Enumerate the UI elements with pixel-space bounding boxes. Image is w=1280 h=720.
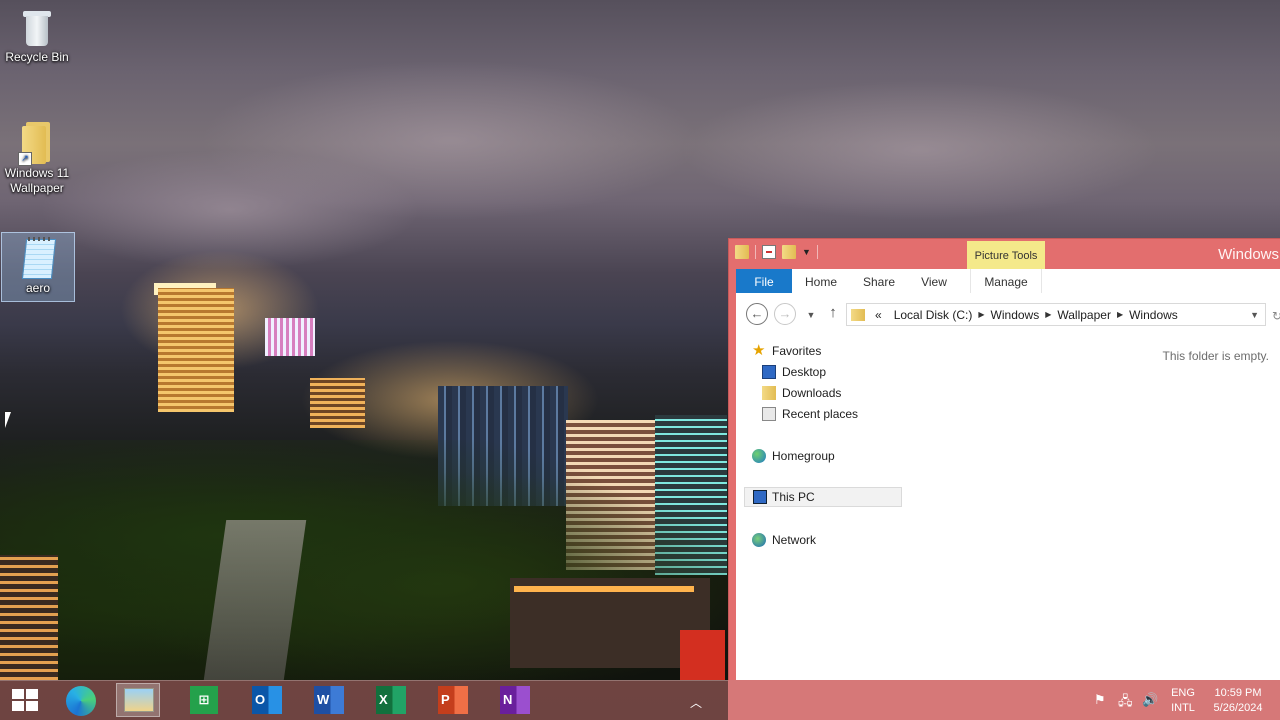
chevron-right-icon[interactable]: ▶	[1117, 310, 1123, 319]
excel-icon[interactable]: X	[376, 686, 406, 714]
tab-share[interactable]: Share	[854, 269, 904, 293]
outlook-icon[interactable]: O	[252, 686, 282, 714]
breadcrumb-windows-current[interactable]: Windows	[1129, 308, 1178, 322]
recycle-bin-icon	[22, 8, 52, 48]
folder-icon	[735, 245, 749, 259]
nav-favorites[interactable]: ★ Favorites	[750, 341, 900, 361]
homegroup-icon	[752, 449, 766, 463]
chevron-right-icon[interactable]: ▶	[978, 310, 984, 319]
tab-file[interactable]: File	[736, 269, 792, 293]
recent-places-icon	[762, 407, 776, 421]
system-clock[interactable]: 10:59 PM 5/26/2024	[1206, 686, 1270, 716]
divider	[755, 245, 756, 259]
downloads-folder-icon	[762, 386, 776, 400]
nav-label: Favorites	[772, 344, 822, 358]
nav-this-pc[interactable]: This PC	[744, 487, 902, 507]
taskbar-right-section	[728, 680, 1280, 720]
desktop-icon-label: aero	[25, 281, 51, 295]
volume-icon[interactable]: 🔊	[1142, 692, 1158, 708]
refresh-icon[interactable]: ↻	[1272, 309, 1280, 323]
edge-icon[interactable]	[66, 686, 96, 716]
nav-downloads[interactable]: Downloads	[750, 383, 900, 403]
onenote-icon[interactable]: N	[500, 686, 530, 714]
recent-locations-dropdown-icon[interactable]: ▼	[800, 305, 822, 327]
window-title: Windows	[1218, 246, 1279, 263]
back-arrow-icon[interactable]: ←	[746, 303, 768, 325]
start-icon[interactable]	[12, 689, 38, 711]
nav-recent-places[interactable]: Recent places	[750, 404, 900, 424]
properties-icon[interactable]	[762, 245, 776, 259]
up-arrow-icon[interactable]: ↑	[822, 303, 844, 325]
notepad-file-icon	[20, 237, 57, 279]
picture-tools-context-tab: Picture Tools	[967, 241, 1045, 269]
address-bar[interactable]: « Local Disk (C:) ▶ Windows ▶ Wallpaper …	[846, 303, 1266, 326]
title-bar[interactable]: ▼ Picture Tools Windows	[729, 239, 1280, 269]
keyboard-layout: INTL	[1171, 702, 1195, 714]
nav-desktop[interactable]: Desktop	[750, 362, 900, 382]
show-hidden-icons-chevron-icon[interactable]: ︿	[690, 694, 702, 711]
tab-manage[interactable]: Manage	[970, 269, 1042, 293]
file-explorer-window[interactable]: ▼ Picture Tools Windows File Home Share …	[728, 238, 1280, 682]
desktop-icon-label: Recycle Bin	[5, 50, 69, 64]
nav-label: This PC	[772, 490, 815, 504]
new-folder-icon[interactable]	[782, 245, 796, 259]
quick-access-toolbar: ▼	[735, 245, 818, 259]
flag-action-center-icon[interactable]: ⚑	[1094, 692, 1106, 708]
breadcrumb-wallpaper[interactable]: Wallpaper	[1057, 308, 1111, 322]
nav-label: Network	[772, 533, 817, 547]
store-icon[interactable]: ⊞	[190, 686, 218, 714]
desktop-icon-label: Windows 11 Wallpaper	[4, 166, 70, 195]
nav-label: Downloads	[782, 386, 842, 400]
explorer-body: ← → ▼ ↑ « Local Disk (C:) ▶ Windows ▶ Wa…	[736, 293, 1280, 681]
folder-shortcut-icon: ↗	[18, 122, 54, 166]
desktop-icon	[762, 365, 776, 379]
mouse-cursor-icon	[5, 412, 11, 428]
language-code: ENG	[1171, 687, 1195, 699]
network-tray-icon[interactable]: 🖧	[1118, 692, 1133, 714]
computer-icon	[753, 490, 767, 504]
empty-folder-message: This folder is empty.	[1162, 349, 1269, 363]
clock-time: 10:59 PM	[1214, 687, 1262, 699]
desktop-icon-aero[interactable]: aero	[1, 232, 75, 302]
ribbon-tab-bar: File Home Share View Manage	[736, 269, 1280, 293]
navigation-bar: ← → ▼ ↑ « Local Disk (C:) ▶ Windows ▶ Wa…	[736, 299, 1280, 331]
nav-label: Desktop	[782, 365, 827, 379]
folder-icon	[851, 308, 865, 321]
forward-arrow-icon[interactable]: →	[774, 303, 796, 325]
input-language-indicator[interactable]: ENG INTL	[1170, 686, 1196, 716]
tab-view[interactable]: View	[912, 269, 956, 293]
tab-home[interactable]: Home	[798, 269, 844, 293]
customize-toolbar-dropdown-icon[interactable]: ▼	[802, 247, 811, 257]
nav-label: Homegroup	[772, 449, 835, 463]
nav-network[interactable]: Network	[750, 530, 900, 550]
breadcrumb-windows[interactable]: Windows	[991, 308, 1040, 322]
breadcrumb-overflow[interactable]: «	[875, 308, 882, 322]
clock-date: 5/26/2024	[1213, 702, 1263, 714]
nav-homegroup[interactable]: Homegroup	[750, 446, 900, 466]
powerpoint-icon[interactable]: P	[438, 686, 468, 714]
desktop-icon-windows-11-wallpaper[interactable]: ↗ Windows 11 Wallpaper	[1, 118, 73, 202]
breadcrumb-local-disk[interactable]: Local Disk (C:)	[894, 308, 973, 322]
address-history-dropdown-icon[interactable]: ▼	[1250, 310, 1259, 320]
desktop-icon-recycle-bin[interactable]: Recycle Bin	[1, 2, 73, 74]
word-icon[interactable]: W	[314, 686, 344, 714]
star-icon: ★	[752, 342, 766, 359]
chevron-right-icon[interactable]: ▶	[1045, 310, 1051, 319]
file-explorer-icon[interactable]	[124, 688, 154, 712]
nav-label: Recent places	[782, 407, 859, 421]
network-icon	[752, 533, 766, 547]
divider	[816, 245, 818, 259]
